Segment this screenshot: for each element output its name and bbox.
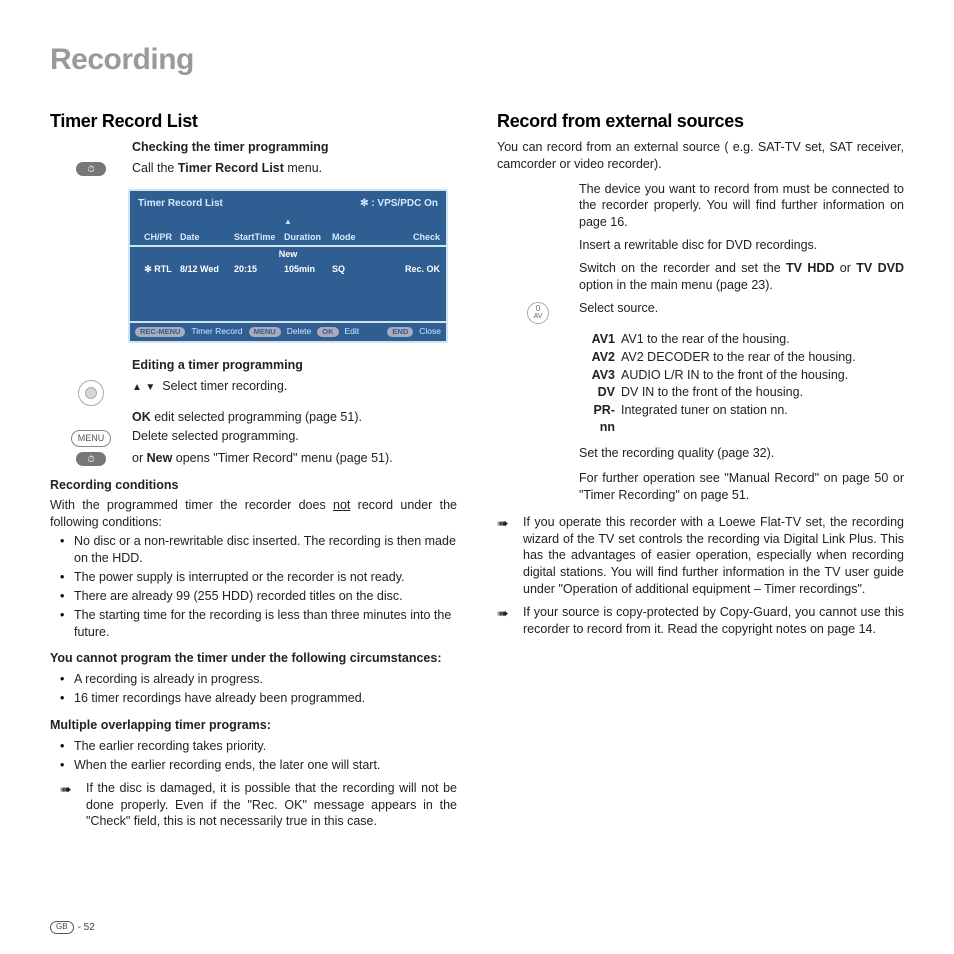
cannot-program-heading: You cannot program the timer under the f… <box>50 650 457 667</box>
clock-icon: ⏱ <box>76 452 106 466</box>
overlap-heading: Multiple overlapping timer programs: <box>50 717 457 734</box>
menu-button-icon: MENU <box>71 430 112 446</box>
note-arrow-icon: ➠ <box>60 780 86 831</box>
select-timer-text: ▲ ▼ Select timer recording. <box>132 378 457 395</box>
osd-footer: REC-MENUTimer Record MENUDelete OKEdit E… <box>130 321 446 340</box>
call-menu-text: Call the Timer Record List menu. <box>132 160 457 177</box>
osd-new-row: New <box>130 245 446 261</box>
recording-conditions-heading: Recording conditions <box>50 477 457 494</box>
list-item: A recording is already in progress. <box>60 671 457 688</box>
list-item: There are already 99 (255 HDD) recorded … <box>60 588 457 605</box>
overlap-list: The earlier recording takes priority. Wh… <box>60 738 457 774</box>
list-item: The power supply is interrupted or the r… <box>60 569 457 586</box>
recording-conditions-intro: With the programmed timer the recorder d… <box>50 497 457 531</box>
damaged-disc-note: If the disc is damaged, it is possible t… <box>86 780 457 831</box>
down-arrow-icon: ▼ <box>145 382 155 393</box>
list-item: When the earlier recording ends, the lat… <box>60 757 457 774</box>
set-quality-text: Set the recording quality (page 32). <box>579 445 904 462</box>
nav-dial-icon <box>78 380 104 406</box>
list-item: The starting time for the recording is l… <box>60 607 457 641</box>
up-arrow-icon: ▲ <box>132 382 142 393</box>
left-column: Timer Record List Checking the timer pro… <box>50 109 457 837</box>
editing-heading: Editing a timer programming <box>132 357 457 374</box>
switch-on-text: Switch on the recorder and set the TV HD… <box>579 260 904 294</box>
list-item: No disc or a non-rewritable disc inserte… <box>60 533 457 567</box>
external-sources-heading: Record from external sources <box>497 109 904 133</box>
osd-data-row: ✻ RTL 8/12 Wed 20:15 105min SQ Rec. OK <box>130 261 446 277</box>
osd-vps-label: ✻ : VPS/PDC On <box>360 197 438 211</box>
page-footer: GB - 52 <box>50 921 95 935</box>
new-opens-text: or New opens "Timer Record" menu (page 5… <box>132 450 457 467</box>
delete-text: Delete selected programming. <box>132 428 457 445</box>
osd-timer-record-list: Timer Record List ✻ : VPS/PDC On ▲ CH/PR… <box>128 189 448 343</box>
note-arrow-icon: ➠ <box>497 514 523 598</box>
note-arrow-icon: ➠ <box>497 604 523 638</box>
osd-title: Timer Record List <box>138 197 223 211</box>
select-source-text: Select source. <box>579 300 904 317</box>
right-column: Record from external sources You can rec… <box>497 109 904 837</box>
list-item: 16 timer recordings have already been pr… <box>60 690 457 707</box>
insert-disc-text: Insert a rewritable disc for DVD recordi… <box>579 237 904 254</box>
language-badge: GB <box>50 921 74 934</box>
page-title: Recording <box>50 40 904 81</box>
page-number: - 52 <box>78 921 95 935</box>
cannot-program-list: A recording is already in progress. 16 t… <box>60 671 457 707</box>
timer-record-heading: Timer Record List <box>50 109 457 133</box>
clock-icon: ⏱ <box>76 162 106 176</box>
further-operation-text: For further operation see "Manual Record… <box>579 470 904 504</box>
loewe-note: If you operate this recorder with a Loew… <box>523 514 904 598</box>
list-item: The earlier recording takes priority. <box>60 738 457 755</box>
recording-conditions-list: No disc or a non-rewritable disc inserte… <box>60 533 457 640</box>
external-intro: You can record from an external source (… <box>497 139 904 173</box>
connect-device-text: The device you want to record from must … <box>579 181 904 232</box>
ok-edit-text: OK edit selected programming (page 51). <box>132 409 457 426</box>
checking-heading: Checking the timer programming <box>132 139 457 156</box>
copyguard-note: If your source is copy-protected by Copy… <box>523 604 904 638</box>
av-source-button-icon: 0 AV <box>527 302 549 324</box>
source-table: AV1AV1 to the rear of the housing. AV2AV… <box>579 331 904 436</box>
